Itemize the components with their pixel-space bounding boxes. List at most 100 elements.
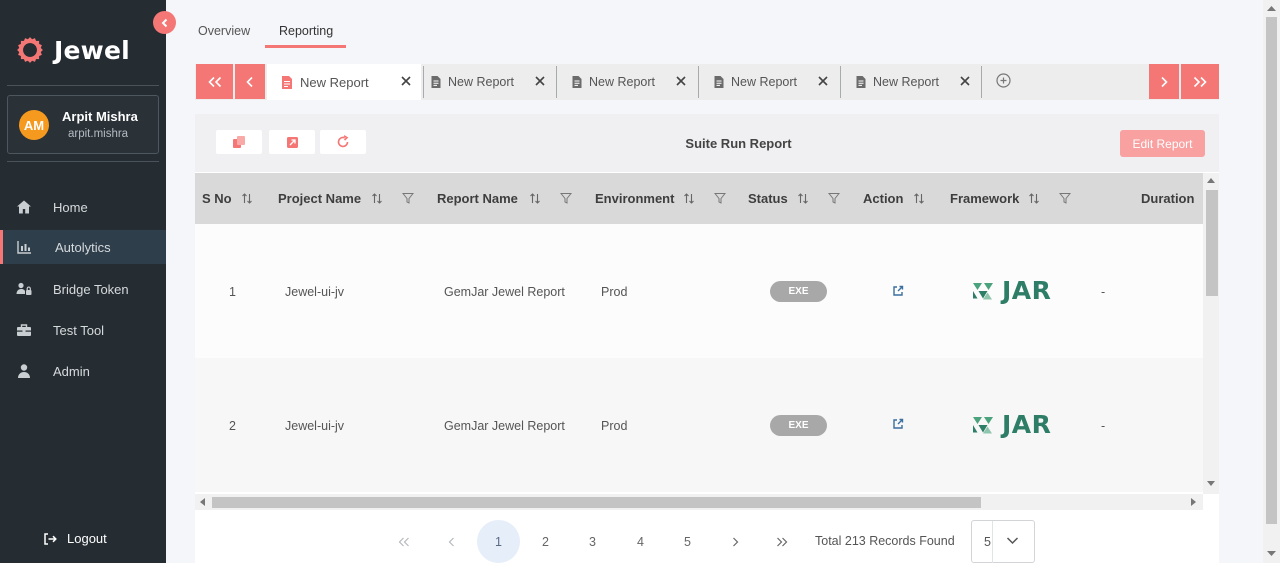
jewel-logo-icon [17,37,43,63]
tab-separator [698,66,699,98]
column-header-sno[interactable]: S No [202,191,232,206]
last-tab-button[interactable] [1181,64,1219,99]
status-badge: EXE [770,281,827,302]
table-row[interactable] [195,224,1203,358]
sort-icon[interactable] [529,192,541,205]
page-button[interactable]: 4 [619,520,662,563]
close-icon[interactable] [534,75,546,87]
brand[interactable]: Jewel [14,34,130,66]
users-lock-icon [16,282,32,295]
cell-project-name: Jewel-ui-jv [285,419,345,433]
sidebar-item-admin[interactable]: Admin [0,354,166,388]
scroll-down-arrow-icon[interactable] [1207,481,1215,487]
framework-label: JAR [1002,410,1052,439]
sidebar-item-label: Bridge Token [53,281,129,297]
column-header-environment[interactable]: Environment [595,191,674,206]
sidebar-item-test-tool[interactable]: Test Tool [0,313,166,347]
scroll-right-arrow-icon[interactable] [1191,498,1197,506]
chevron-down-icon [1006,537,1019,545]
status-badge: EXE [770,415,827,436]
tab-reporting[interactable]: Reporting [279,24,333,38]
tab-overview[interactable]: Overview [198,24,250,38]
chevron-left-icon [448,537,454,546]
report-tab[interactable]: New Report [267,64,421,100]
sort-icon[interactable] [371,192,383,205]
sort-icon[interactable] [913,192,925,205]
logout-label: Logout [67,531,107,546]
prev-tab-button[interactable] [235,64,265,99]
scroll-up-arrow-icon[interactable] [1207,177,1215,183]
report-tab[interactable]: New Report [425,64,555,100]
sidebar-divider [7,85,159,86]
column-header-status[interactable]: Status [748,191,788,206]
sort-icon[interactable] [797,192,809,205]
logout-button[interactable]: Logout [43,531,107,546]
column-header-framework[interactable]: Framework [950,191,1019,206]
prev-page-button[interactable] [430,520,473,563]
chevron-right-icon [1161,76,1168,87]
page-button[interactable]: 1 [477,520,520,563]
sidebar-item-label: Home [53,199,88,215]
close-icon[interactable] [959,75,971,87]
scroll-up-arrow-icon[interactable] [1267,5,1276,11]
sidebar-item-label: Test Tool [53,322,105,338]
close-icon[interactable] [675,75,687,87]
column-header-duration[interactable]: Duration [1141,191,1194,206]
report-tab-label: New Report [731,75,797,89]
framework-logo: JAR [972,410,1051,439]
table-row[interactable] [195,358,1203,492]
table-horizontal-scroll-thumb[interactable] [212,497,981,508]
cell-environment: Prod [601,419,628,433]
page-size-value: 5 [984,535,991,549]
next-page-button[interactable] [713,520,756,563]
sidebar-item-label: Admin [53,363,90,379]
next-tab-button[interactable] [1149,64,1179,99]
collapse-sidebar-button[interactable] [153,11,176,34]
table-vertical-scroll-thumb[interactable] [1206,190,1218,296]
cell-report-name: GemJar Jewel Report [444,419,565,433]
page-button[interactable]: 2 [524,520,567,563]
framework-label: JAR [1002,276,1052,305]
close-icon[interactable] [400,75,412,87]
first-tab-button[interactable] [196,64,233,99]
sidebar-item-bridge-token[interactable]: Bridge Token [0,272,166,306]
cell-sno: 1 [229,285,236,299]
page-button[interactable]: 5 [666,520,709,563]
report-tab[interactable]: New Report [850,64,980,100]
report-title: Suite Run Report [685,136,792,151]
column-header-project-name[interactable]: Project Name [278,191,361,206]
page-button[interactable]: 3 [571,520,614,563]
sidebar-divider [7,161,159,162]
page-size-select[interactable]: 5 [971,520,1035,563]
user-icon [18,364,30,378]
sort-icon[interactable] [1028,192,1040,205]
add-tab-button[interactable] [996,73,1011,88]
last-page-button[interactable] [760,520,803,563]
report-tab[interactable]: New Report [708,64,838,100]
scroll-down-arrow-icon[interactable] [1267,551,1276,557]
scroll-left-arrow-icon[interactable] [199,498,205,506]
filter-icon[interactable] [560,192,572,204]
sidebar-item-home[interactable]: Home [0,190,166,224]
page-vertical-scroll-thumb[interactable] [1266,17,1277,524]
tab-separator [556,66,557,98]
external-link-icon[interactable] [892,418,904,430]
column-header-report-name[interactable]: Report Name [437,191,518,206]
sidebar-item-autolytics[interactable]: Autolytics [0,230,166,264]
filter-icon[interactable] [402,192,414,204]
close-icon[interactable] [817,75,829,87]
tab-separator [423,66,424,98]
report-tab[interactable]: New Report [566,64,696,100]
document-icon [431,76,441,88]
double-chevron-right-icon [1193,76,1207,87]
filter-icon[interactable] [714,192,726,204]
sort-icon[interactable] [241,192,253,205]
first-page-button[interactable] [382,520,425,563]
column-header-action[interactable]: Action [863,191,903,206]
filter-icon[interactable] [828,192,840,204]
external-link-icon[interactable] [892,285,904,297]
sort-icon[interactable] [683,192,695,205]
edit-report-button[interactable]: Edit Report [1120,130,1205,157]
filter-icon[interactable] [1059,192,1071,204]
bar-chart-icon [17,241,31,254]
